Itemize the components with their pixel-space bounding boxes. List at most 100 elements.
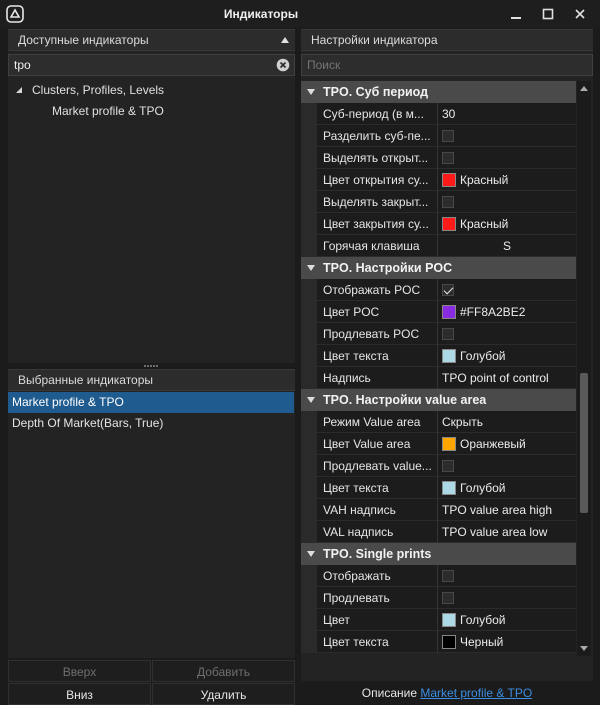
- property-category-header[interactable]: TPO. Суб период: [301, 81, 576, 103]
- property-checkbox[interactable]: [442, 570, 454, 582]
- column-divider: [437, 125, 438, 147]
- property-checkbox[interactable]: [442, 592, 454, 604]
- row-gutter: [301, 367, 317, 389]
- minimize-button[interactable]: [506, 4, 526, 24]
- available-indicators-panel: [8, 30, 295, 363]
- color-swatch[interactable]: [442, 437, 456, 451]
- maximize-button[interactable]: [538, 4, 558, 24]
- property-row: Цвет POC #FF8A2BE2: [301, 301, 576, 323]
- row-gutter: [301, 565, 317, 587]
- scroll-down-icon[interactable]: [580, 646, 588, 651]
- color-swatch[interactable]: [442, 217, 456, 231]
- color-swatch[interactable]: [442, 613, 456, 627]
- property-row: Отображать POC: [301, 279, 576, 301]
- property-value[interactable]: 30: [442, 103, 576, 125]
- property-name: Цвет закрытия су...: [323, 217, 429, 231]
- row-gutter: [301, 411, 317, 433]
- column-divider: [437, 169, 438, 191]
- property-value[interactable]: TPO value area low: [442, 521, 576, 543]
- column-divider: [437, 521, 438, 543]
- row-gutter: [301, 301, 317, 323]
- column-divider: [437, 411, 438, 433]
- color-swatch[interactable]: [442, 349, 456, 363]
- clear-search-icon[interactable]: [276, 58, 290, 72]
- scrollbar-thumb[interactable]: [580, 373, 588, 513]
- color-swatch[interactable]: [442, 305, 456, 319]
- close-button[interactable]: [570, 4, 590, 24]
- category-collapse-icon[interactable]: [307, 89, 315, 95]
- minimize-icon: [511, 17, 521, 19]
- indicator-search-input[interactable]: tpo: [8, 54, 295, 76]
- property-name: Горячая клавиша: [323, 239, 420, 253]
- property-checkbox[interactable]: [442, 130, 454, 142]
- property-checkbox[interactable]: [442, 460, 454, 472]
- scroll-up-icon[interactable]: [580, 86, 588, 91]
- add-indicator-button[interactable]: Добавить: [152, 660, 295, 682]
- property-row: Цвет текста Черный: [301, 631, 576, 653]
- collapse-up-icon[interactable]: [281, 37, 289, 43]
- row-gutter: [301, 235, 317, 257]
- property-name: Надпись: [323, 371, 371, 385]
- move-down-button[interactable]: Вниз: [8, 683, 151, 705]
- property-name: Продлевать POC: [323, 327, 420, 341]
- property-row: Продлевать POC: [301, 323, 576, 345]
- property-category-header[interactable]: TPO. Настройки value area: [301, 389, 576, 411]
- property-checkbox[interactable]: [442, 328, 454, 340]
- column-divider: [437, 103, 438, 125]
- property-value[interactable]: TPO point of control: [442, 367, 576, 389]
- property-name: VAH надпись: [323, 503, 396, 517]
- property-row: Выделять открыт...: [301, 147, 576, 169]
- column-divider: [437, 323, 438, 345]
- description-link[interactable]: Market profile & TPO: [420, 686, 532, 700]
- property-row: Продлевать value...: [301, 455, 576, 477]
- available-indicators-header[interactable]: Доступные индикаторы: [8, 29, 295, 51]
- splitter-grip-icon[interactable]: [143, 364, 159, 368]
- color-swatch[interactable]: [442, 481, 456, 495]
- property-name: Цвет: [323, 613, 350, 627]
- property-grid-scrollbar[interactable]: [577, 81, 591, 656]
- property-checkbox[interactable]: [442, 196, 454, 208]
- property-row: Режим Value area Скрыть: [301, 411, 576, 433]
- row-gutter: [301, 587, 317, 609]
- property-color-value[interactable]: Голубой: [460, 345, 506, 367]
- delete-indicator-button[interactable]: Удалить: [152, 683, 295, 705]
- property-color-value[interactable]: Красный: [460, 213, 508, 235]
- property-color-value[interactable]: Голубой: [460, 477, 506, 499]
- category-collapse-icon[interactable]: [307, 551, 315, 557]
- selected-indicator-item[interactable]: Depth Of Market(Bars, True): [8, 413, 294, 434]
- column-divider: [437, 609, 438, 631]
- property-category-header[interactable]: TPO. Настройки POC: [301, 257, 576, 279]
- tree-expand-icon[interactable]: [15, 86, 23, 94]
- property-color-value[interactable]: Голубой: [460, 609, 506, 631]
- property-row: Цвет закрытия су... Красный: [301, 213, 576, 235]
- property-name: Суб-период (в м...: [323, 107, 424, 121]
- maximize-icon: [542, 8, 554, 20]
- selected-indicator-item[interactable]: Market profile & TPO: [8, 392, 294, 413]
- property-color-value[interactable]: #FF8A2BE2: [460, 301, 525, 323]
- property-checkbox[interactable]: [442, 284, 454, 296]
- tree-item-market-profile[interactable]: Market profile & TPO: [52, 104, 164, 118]
- property-name: Цвет текста: [323, 635, 389, 649]
- property-value[interactable]: Скрыть: [442, 411, 576, 433]
- property-value[interactable]: TPO value area high: [442, 499, 576, 521]
- window-title: Индикаторы: [223, 7, 299, 21]
- property-color-value[interactable]: Черный: [460, 631, 503, 653]
- color-swatch[interactable]: [442, 635, 456, 649]
- category-collapse-icon[interactable]: [307, 397, 315, 403]
- row-gutter: [301, 521, 317, 543]
- property-row: VAH надпись TPO value area high: [301, 499, 576, 521]
- property-checkbox[interactable]: [442, 152, 454, 164]
- property-color-value[interactable]: Оранжевый: [460, 433, 526, 455]
- settings-search-input[interactable]: [301, 54, 593, 76]
- selected-indicators-title: Выбранные индикаторы: [18, 373, 154, 387]
- category-collapse-icon[interactable]: [307, 265, 315, 271]
- property-category-header[interactable]: TPO. Single prints: [301, 543, 576, 565]
- property-name: Отображать: [323, 569, 391, 583]
- hotkey-field[interactable]: S: [442, 235, 576, 257]
- property-color-value[interactable]: Красный: [460, 169, 508, 191]
- property-name: Продлевать: [323, 591, 390, 605]
- property-name: VAL надпись: [323, 525, 394, 539]
- move-up-button[interactable]: Вверх: [8, 660, 151, 682]
- color-swatch[interactable]: [442, 173, 456, 187]
- property-name: Цвет Value area: [323, 437, 411, 451]
